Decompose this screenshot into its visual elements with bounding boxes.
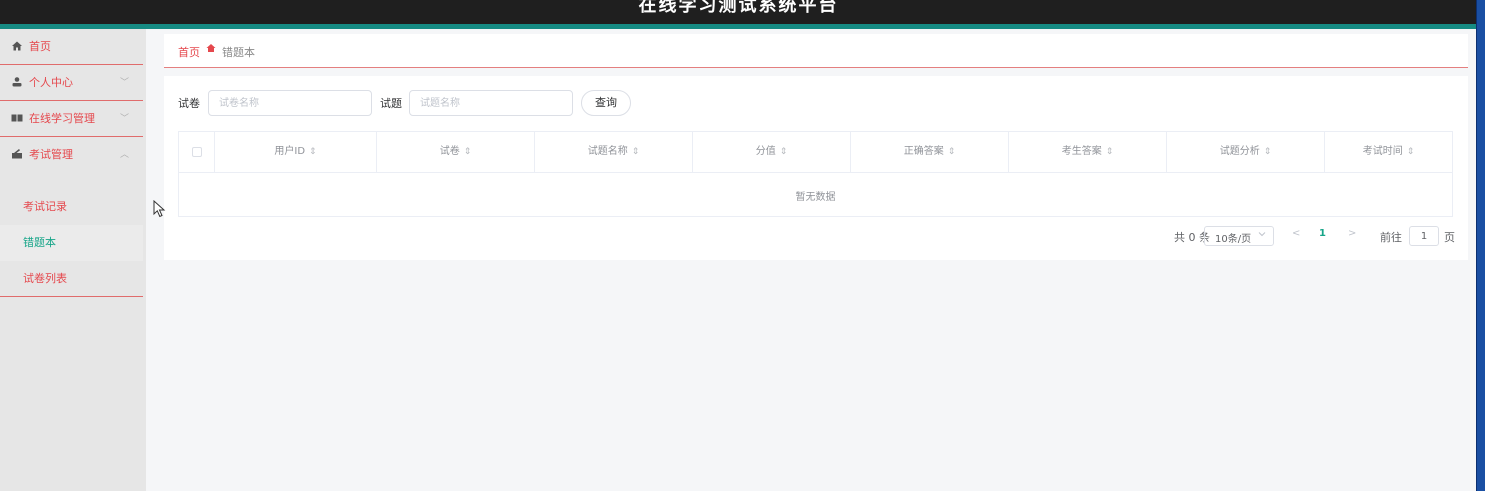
wrong-questions-table: 用户ID ⇕ 试卷 ⇕ 试题名称 ⇕ 分值 ⇕ 正确答案 ⇕ 考生答案 ⇕ 试题分析 ⇕ 考试… (178, 131, 1453, 217)
sidebar-item-exam-management[interactable]: 考试管理 ︿ (0, 137, 143, 173)
chevron-up-icon: ︿ (120, 150, 130, 160)
top-header: 在线学习测试系统平台 (0, 0, 1477, 29)
column-header-paper[interactable]: 试卷 ⇕ (377, 132, 535, 172)
breadcrumb-current: 错题本 (222, 46, 255, 59)
sidebar-subitem-label: 错题本 (23, 236, 56, 249)
sort-icon: ⇕ (309, 147, 317, 157)
column-header-question-name[interactable]: 试题名称 ⇕ (535, 132, 693, 172)
column-header-question-analysis[interactable]: 试题分析 ⇕ (1167, 132, 1325, 172)
main-panel: 试卷 试题 查询 用户ID⇕ 试卷⇕ 试题名称⇕ 分值⇕ 正确答案⇕ 考生答案⇕… (164, 76, 1468, 260)
sidebar: 首页 个人中心 ﹀ 在线学习管理 ﹀ 考试管理 ︿ 考试记录 错题本 试卷列表 (0, 29, 146, 491)
sort-icon: ⇕ (947, 147, 956, 157)
goto-label: 前往 (1380, 231, 1402, 244)
sidebar-item-personal-center[interactable]: 个人中心 ﹀ (0, 65, 143, 101)
sort-icon: ⇕ (463, 147, 472, 157)
breadcrumb: 首页 错题本 (164, 34, 1468, 68)
sidebar-item-home[interactable]: 首页 (0, 29, 143, 65)
sidebar-subitem-label: 考试记录 (23, 200, 67, 213)
paper-name-input[interactable] (208, 90, 372, 116)
page-jump-input[interactable] (1409, 226, 1439, 246)
column-label: 试题分析 (1219, 146, 1260, 157)
page-number-1[interactable]: 1 (1319, 228, 1326, 239)
home-icon (11, 40, 23, 52)
next-page-button[interactable]: > (1348, 228, 1356, 239)
select-all-cell (179, 132, 215, 172)
mouse-cursor-icon (153, 200, 166, 218)
column-label: 试题名称 (587, 146, 628, 157)
exam-icon (11, 148, 23, 160)
column-label: 考生答案 (1061, 146, 1102, 157)
page-unit-label: 页 (1444, 231, 1455, 244)
chevron-down-icon: ﹀ (120, 78, 130, 88)
question-name-input[interactable] (409, 90, 573, 116)
chevron-down-icon (1258, 230, 1266, 240)
house-icon (206, 43, 216, 56)
sidebar-item-label: 在线学习管理 (29, 112, 95, 125)
column-header-correct-answer[interactable]: 正确答案 ⇕ (851, 132, 1009, 172)
page-size-select[interactable]: 10条/页 (1204, 226, 1274, 246)
sort-icon: ⇕ (1105, 147, 1114, 157)
sidebar-subitem-exam-records[interactable]: 考试记录 (0, 189, 143, 225)
window-edge (1476, 0, 1485, 491)
chevron-down-icon: ﹀ (120, 114, 130, 124)
app-title: 在线学习测试系统平台 (638, 0, 839, 16)
question-label: 试题 (380, 97, 402, 110)
sort-icon: ⇕ (1406, 147, 1415, 157)
sidebar-item-label: 考试管理 (29, 148, 73, 161)
page-size-value: 10条/页 (1215, 234, 1252, 245)
book-icon (11, 112, 23, 124)
sidebar-item-label: 个人中心 (29, 76, 73, 89)
column-header-user-id[interactable]: 用户ID ⇕ (215, 132, 377, 172)
query-button[interactable]: 查询 (581, 90, 631, 116)
sort-icon: ⇕ (1263, 147, 1272, 157)
column-label: 用户ID (274, 146, 306, 157)
prev-page-button[interactable]: < (1292, 228, 1300, 239)
paper-label: 试卷 (178, 97, 200, 110)
column-header-exam-time[interactable]: 考试时间 ⇕ (1325, 132, 1452, 172)
sort-icon: ⇕ (779, 147, 788, 157)
sidebar-subitem-wrong-questions[interactable]: 错题本 (0, 225, 143, 261)
column-label: 考试时间 (1362, 146, 1403, 157)
sort-icon: ⇕ (631, 147, 640, 157)
select-all-checkbox[interactable] (192, 147, 202, 157)
column-label: 分值 (755, 146, 776, 157)
sidebar-item-online-learning[interactable]: 在线学习管理 ﹀ (0, 101, 143, 137)
column-label: 试卷 (439, 146, 460, 157)
sidebar-subitem-paper-list[interactable]: 试卷列表 (0, 261, 143, 297)
table-header: 用户ID ⇕ 试卷 ⇕ 试题名称 ⇕ 分值 ⇕ 正确答案 ⇕ 考生答案 ⇕ 试题分析 ⇕ 考试… (179, 132, 1452, 173)
column-label: 正确答案 (903, 146, 944, 157)
column-header-examinee-answer[interactable]: 考生答案 ⇕ (1009, 132, 1167, 172)
column-header-score[interactable]: 分值 ⇕ (693, 132, 851, 172)
user-icon (11, 76, 23, 88)
empty-state-text: 暂无数据 (795, 192, 836, 203)
sidebar-subitem-label: 试卷列表 (23, 272, 67, 285)
sidebar-item-label: 首页 (29, 40, 51, 53)
breadcrumb-home-link[interactable]: 首页 (178, 44, 200, 60)
